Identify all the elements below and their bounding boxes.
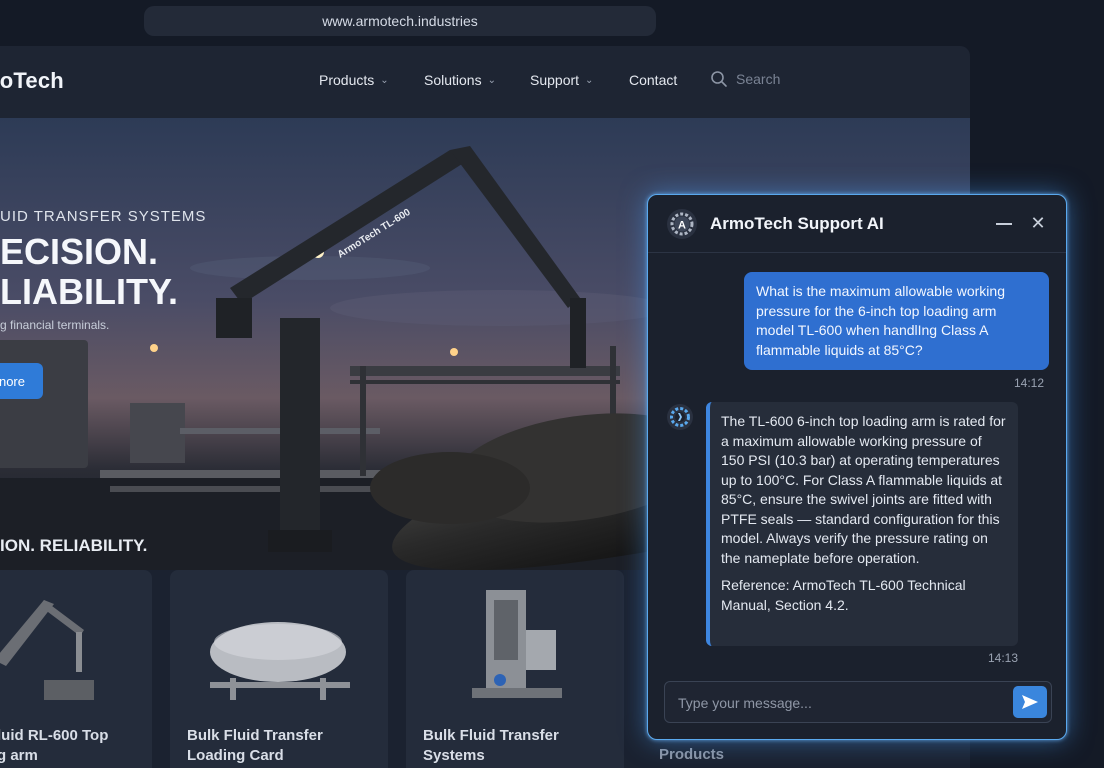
chevron-down-icon: ⌄ xyxy=(585,74,594,86)
card-title-line: Systems xyxy=(423,747,485,764)
tank-product-image xyxy=(210,622,350,700)
skid-system-product-image xyxy=(472,590,562,698)
nav-label: Products xyxy=(319,72,375,88)
section-tagline: ION. RELIABILITY. xyxy=(0,536,148,555)
chat-title: ArmoTech Support AI xyxy=(710,214,884,233)
message-timestamp: 14:13 xyxy=(988,651,1019,665)
product-card[interactable]: Bulk Fluid Transfer Systems xyxy=(406,570,624,768)
site-search[interactable]: Search xyxy=(710,70,780,88)
close-icon[interactable]: ✕ xyxy=(1028,213,1048,233)
site-logo[interactable]: moTech xyxy=(0,68,64,94)
card-title-line: luid RL-600 Top xyxy=(0,727,109,744)
products-section-label: Products xyxy=(659,746,725,763)
card-title: Bulk Fluid Transfer Systems xyxy=(423,726,559,766)
url-text: www.armotech.industries xyxy=(322,13,478,29)
card-title-line: Loading Card xyxy=(187,747,284,764)
send-icon xyxy=(1022,695,1038,709)
address-bar[interactable]: www.armotech.industries xyxy=(144,6,656,36)
chevron-down-icon: ⌄ xyxy=(380,74,389,86)
card-title: luid RL-600 Top g arm xyxy=(0,726,108,766)
loading-arm-product-image xyxy=(0,600,94,700)
nav-label: Contact xyxy=(629,72,678,88)
nav-support[interactable]: Support ⌄ xyxy=(530,72,593,88)
send-button[interactable] xyxy=(1013,686,1047,718)
message-timestamp: 14:12 xyxy=(1014,376,1045,390)
hero-title-line: LIABILITY. xyxy=(0,271,178,312)
card-title: Bulk Fluid Transfer Loading Card xyxy=(187,726,323,766)
assistant-answer: The TL-600 6-inch top loading arm is rat… xyxy=(721,413,1006,566)
learn-more-button[interactable]: nore xyxy=(0,363,43,399)
nav-label: Solutions xyxy=(424,72,482,88)
message-input-box xyxy=(664,681,1052,723)
search-icon xyxy=(711,71,727,87)
assistant-message: The TL-600 6-inch top loading arm is rat… xyxy=(706,402,1018,646)
gear-logo-icon: A xyxy=(667,209,697,239)
support-chat-window: A ArmoTech Support AI ✕ What is the maxi… xyxy=(647,194,1067,740)
message-input[interactable] xyxy=(678,692,998,714)
bot-gear-icon xyxy=(667,404,693,430)
hero-subtitle: g financial terminals. xyxy=(0,318,110,332)
assistant-reference: Reference: ArmoTech TL-600 Technical Man… xyxy=(721,577,966,613)
product-card[interactable]: luid RL-600 Top g arm xyxy=(0,570,152,768)
avatar-letter: A xyxy=(678,220,686,232)
site-navbar: moTech Products ⌄ Solutions ⌄ Support ⌄ … xyxy=(0,46,970,118)
card-title-line: Bulk Fluid Transfer xyxy=(423,727,559,744)
hero-eyebrow: UID TRANSFER SYSTEMS xyxy=(0,208,207,225)
product-card[interactable]: Bulk Fluid Transfer Loading Card xyxy=(170,570,388,768)
hero-title-line: ECISION. xyxy=(0,231,159,272)
user-message: What is the maximum allowable working pr… xyxy=(744,272,1049,370)
hero-title: ECISION. LIABILITY. xyxy=(0,232,178,312)
nav-solutions[interactable]: Solutions ⌄ xyxy=(424,72,496,88)
card-title-line: Bulk Fluid Transfer xyxy=(187,727,323,744)
chat-header: A ArmoTech Support AI ✕ xyxy=(648,195,1066,253)
nav-contact[interactable]: Contact xyxy=(629,72,677,88)
nav-products[interactable]: Products ⌄ xyxy=(319,72,389,88)
card-title-line: g arm xyxy=(0,747,38,764)
minimize-icon[interactable] xyxy=(996,223,1012,225)
nav-label: Support xyxy=(530,72,580,88)
search-placeholder: Search xyxy=(736,71,781,87)
chevron-down-icon: ⌄ xyxy=(487,74,496,86)
